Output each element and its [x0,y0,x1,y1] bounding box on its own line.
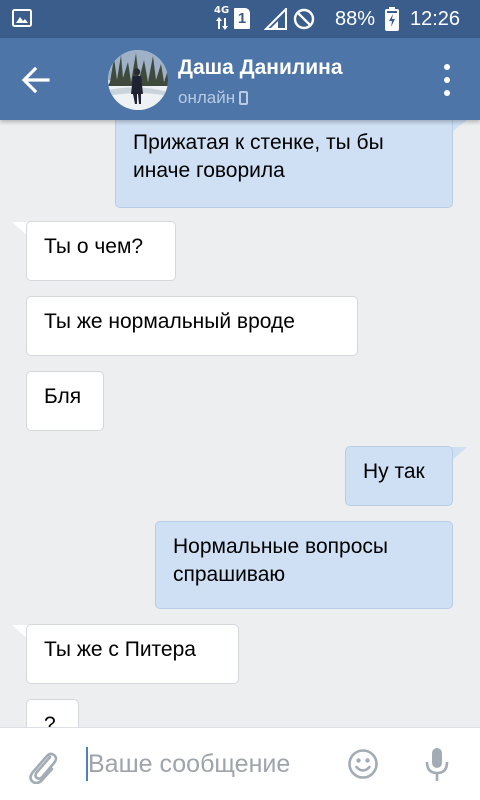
network-type-label: 4G [214,5,230,16]
message-bubble-outgoing[interactable]: Нормальные вопросы спрашиваю [155,521,453,609]
paperclip-icon[interactable] [26,748,58,784]
more-vertical-icon[interactable] [432,62,462,98]
gallery-icon [12,9,32,27]
status-bar: 4G 1 88% 12:26 [0,0,480,38]
emoji-icon[interactable] [347,748,379,780]
message-text-line: Бля [44,385,82,408]
message-bubble-incoming[interactable]: Ты же нормальный вроде [26,296,358,356]
contact-status-label: онлайн [178,88,236,107]
message-text-line: иначе говорила [133,159,285,182]
message-text-line: Ну так [363,460,425,483]
message-input[interactable] [88,742,338,786]
message-bubble-incoming[interactable]: ? [26,699,79,727]
sim-icon: 1 [234,8,250,29]
message-text-line: Прижатая к стенке, ты бы [133,131,384,154]
message-text-line: Ты же с Питера [44,638,196,661]
message-bubble-outgoing[interactable]: Ну так [345,446,453,506]
message-list[interactable]: Прижатая к стенке, ты бы иначе говорила … [0,120,480,727]
chat-header: Даша Данилина онлайн [0,38,480,120]
contact-name[interactable]: Даша Данилина [178,55,343,81]
message-text-line: Ты же нормальный вроде [44,310,295,333]
network-indicator: 4G [214,6,232,30]
back-arrow-icon[interactable] [14,58,58,102]
do-not-disturb-icon [293,8,315,30]
network-arrows-icon [216,17,228,30]
message-text-line: спрашиваю [173,563,286,586]
microphone-icon[interactable] [424,747,450,783]
message-text-line: ? [44,713,56,727]
message-text-line: Нормальные вопросы [173,535,388,558]
message-bubble-incoming[interactable]: Ты же с Питера [26,624,239,684]
battery-percent: 88% [335,8,376,30]
contact-status: онлайн [178,87,249,109]
mobile-device-icon [239,91,249,105]
message-bubble-incoming[interactable]: Бля [26,371,104,431]
message-text-line: Ты о чем? [44,235,144,258]
signal-icon [264,8,287,30]
compose-bar [0,727,480,800]
avatar[interactable] [108,50,168,110]
clock: 12:26 [410,8,461,30]
battery-charging-icon [385,7,399,31]
avatar-photo [108,50,168,110]
message-bubble-outgoing[interactable]: Прижатая к стенке, ты бы иначе говорила [115,120,453,208]
message-bubble-incoming[interactable]: Ты о чем? [26,221,176,281]
